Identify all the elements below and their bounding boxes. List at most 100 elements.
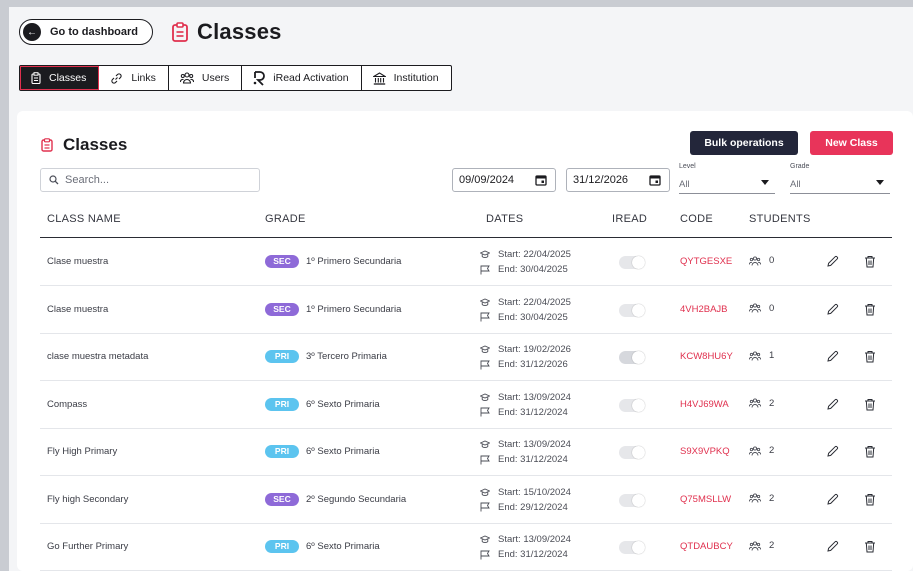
dates-cell: Start: 13/09/2024 End: 31/12/2024 [480, 390, 571, 420]
column-header-dates: DATES [486, 213, 524, 225]
grade-select[interactable]: Grade All [790, 163, 890, 194]
iread-toggle[interactable] [619, 493, 645, 507]
class-code[interactable]: H4VJ69WA [680, 399, 729, 410]
students-count: 2 [769, 492, 775, 504]
bulk-operations-button[interactable]: Bulk operations [690, 131, 798, 155]
tab-institution[interactable]: Institution [362, 66, 451, 90]
class-code[interactable]: QTDAUBCY [680, 541, 733, 552]
flag-icon [480, 407, 490, 417]
edit-pencil-icon[interactable] [826, 445, 839, 463]
end-date-line: End: 31/12/2024 [480, 547, 571, 562]
end-date: End: 30/04/2025 [498, 264, 568, 275]
students-count: 0 [769, 302, 775, 314]
iread-toggle[interactable] [619, 398, 645, 412]
students-icon [749, 540, 761, 551]
tab-institution-label: Institution [393, 72, 439, 84]
tab-iread-activation[interactable]: iRead Activation [242, 66, 362, 90]
tab-users-label: Users [201, 72, 230, 84]
iread-toggle[interactable] [619, 351, 645, 364]
level-badge: SEC [265, 302, 299, 316]
clipboard-icon [31, 72, 41, 84]
start-date: Start: 22/04/2025 [498, 296, 571, 308]
delete-trash-icon[interactable] [864, 493, 876, 511]
go-to-dashboard-button[interactable]: ← Go to dashboard [19, 19, 153, 45]
class-name: Fly high Secondary [47, 493, 129, 505]
iread-toggle[interactable] [619, 446, 645, 459]
search-icon [49, 175, 59, 185]
end-date: End: 30/04/2025 [498, 311, 568, 323]
class-code[interactable]: 4VH2BAJB [680, 304, 728, 315]
table-row[interactable]: clase muestra metadata PRI 3º Tercero Prim… [40, 334, 892, 381]
delete-trash-icon[interactable] [864, 255, 876, 273]
tab-bar: Classes Links Users iRead Activation Ins… [19, 65, 452, 91]
tab-users[interactable]: Users [169, 66, 243, 90]
level-badge: PRI [265, 540, 299, 553]
start-date: Start: 13/09/2024 [498, 439, 571, 450]
edit-pencil-icon[interactable] [826, 350, 839, 368]
tab-classes[interactable]: Classes [20, 66, 100, 90]
grade-select-value: All [790, 179, 801, 190]
edit-pencil-icon[interactable] [826, 303, 839, 321]
tab-classes-label: Classes [49, 72, 87, 84]
class-name: Fly High Primary [47, 446, 118, 457]
table-row[interactable]: Fly High Primary PRI 6º Sexto Primaria Star… [40, 429, 892, 476]
iread-toggle[interactable] [619, 541, 645, 554]
clipboard-icon [172, 22, 188, 42]
table-row[interactable]: Clase muestra SEC 1º Primero Secundaria Sta… [40, 287, 892, 334]
dates-cell: Start: 13/09/2024 End: 31/12/2024 [480, 437, 571, 467]
table-row[interactable]: Compass PRI 6º Sexto Primaria Start: 13/09/… [40, 382, 892, 429]
clipboard-icon [41, 138, 53, 152]
new-class-button[interactable]: New Class [810, 131, 893, 155]
delete-trash-icon[interactable] [864, 350, 876, 368]
iread-toggle[interactable] [619, 256, 645, 269]
iread-toggle[interactable] [619, 303, 645, 317]
class-code[interactable]: QYTGESXE [680, 256, 732, 267]
class-name: Clase muestra [47, 303, 109, 315]
table-row[interactable]: Go Further Primary PRI 6º Sexto Primaria St… [40, 524, 892, 571]
grade-name: 2º Segundo Secundaria [306, 493, 407, 505]
table-row[interactable]: Clase muestra SEC 1º Primero Secundaria Sta… [40, 239, 892, 286]
delete-trash-icon[interactable] [864, 445, 876, 463]
toggle-knob [632, 446, 645, 459]
start-date-picker[interactable]: 09/09/2024 [452, 168, 556, 192]
flag-icon [480, 550, 490, 559]
delete-trash-icon[interactable] [864, 398, 876, 416]
edit-pencil-icon[interactable] [826, 540, 839, 558]
class-code[interactable]: KCW8HU6Y [680, 351, 733, 362]
toggle-knob [632, 256, 645, 269]
level-select-label: Level [679, 163, 696, 170]
page-header: ← Go to dashboard Classes [19, 19, 282, 45]
students-cell: 0 [749, 255, 774, 266]
students-icon [749, 445, 761, 456]
class-code[interactable]: Q75MSLLW [680, 494, 731, 505]
tab-links[interactable]: Links [99, 66, 169, 90]
students-count: 2 [769, 540, 775, 551]
graduation-cap-icon [480, 488, 490, 496]
delete-trash-icon[interactable] [864, 303, 876, 321]
level-badge: PRI [265, 445, 299, 458]
edit-pencil-icon[interactable] [826, 255, 839, 273]
level-badge: SEC [265, 255, 299, 268]
class-name: clase muestra metadata [47, 351, 149, 362]
table-row[interactable]: Fly high Secondary SEC 2º Segundo Secundar… [40, 477, 892, 524]
level-select[interactable]: Level All [679, 163, 775, 194]
toggle-knob [632, 541, 645, 554]
students-cell: 0 [749, 303, 774, 314]
grade-cell: PRI 6º Sexto Primaria [265, 397, 380, 411]
search-field[interactable] [40, 168, 260, 192]
start-date: Start: 19/02/2026 [498, 344, 571, 355]
grade-cell: SEC 1º Primero Secundaria [265, 302, 401, 316]
end-date-picker[interactable]: 31/12/2026 [566, 168, 670, 192]
start-date: Start: 13/09/2024 [498, 534, 571, 545]
edit-pencil-icon[interactable] [826, 398, 839, 416]
graduation-cap-icon [480, 440, 490, 448]
go-to-dashboard-label: Go to dashboard [50, 26, 138, 38]
flag-icon [480, 265, 490, 274]
delete-trash-icon[interactable] [864, 540, 876, 558]
edit-pencil-icon[interactable] [826, 493, 839, 511]
class-code[interactable]: S9X9VPKQ [680, 446, 730, 457]
search-input[interactable] [65, 174, 245, 186]
start-date-line: Start: 15/10/2024 [480, 485, 571, 500]
column-header-grade: GRADE [265, 213, 306, 225]
students-cell: 2 [749, 445, 774, 456]
